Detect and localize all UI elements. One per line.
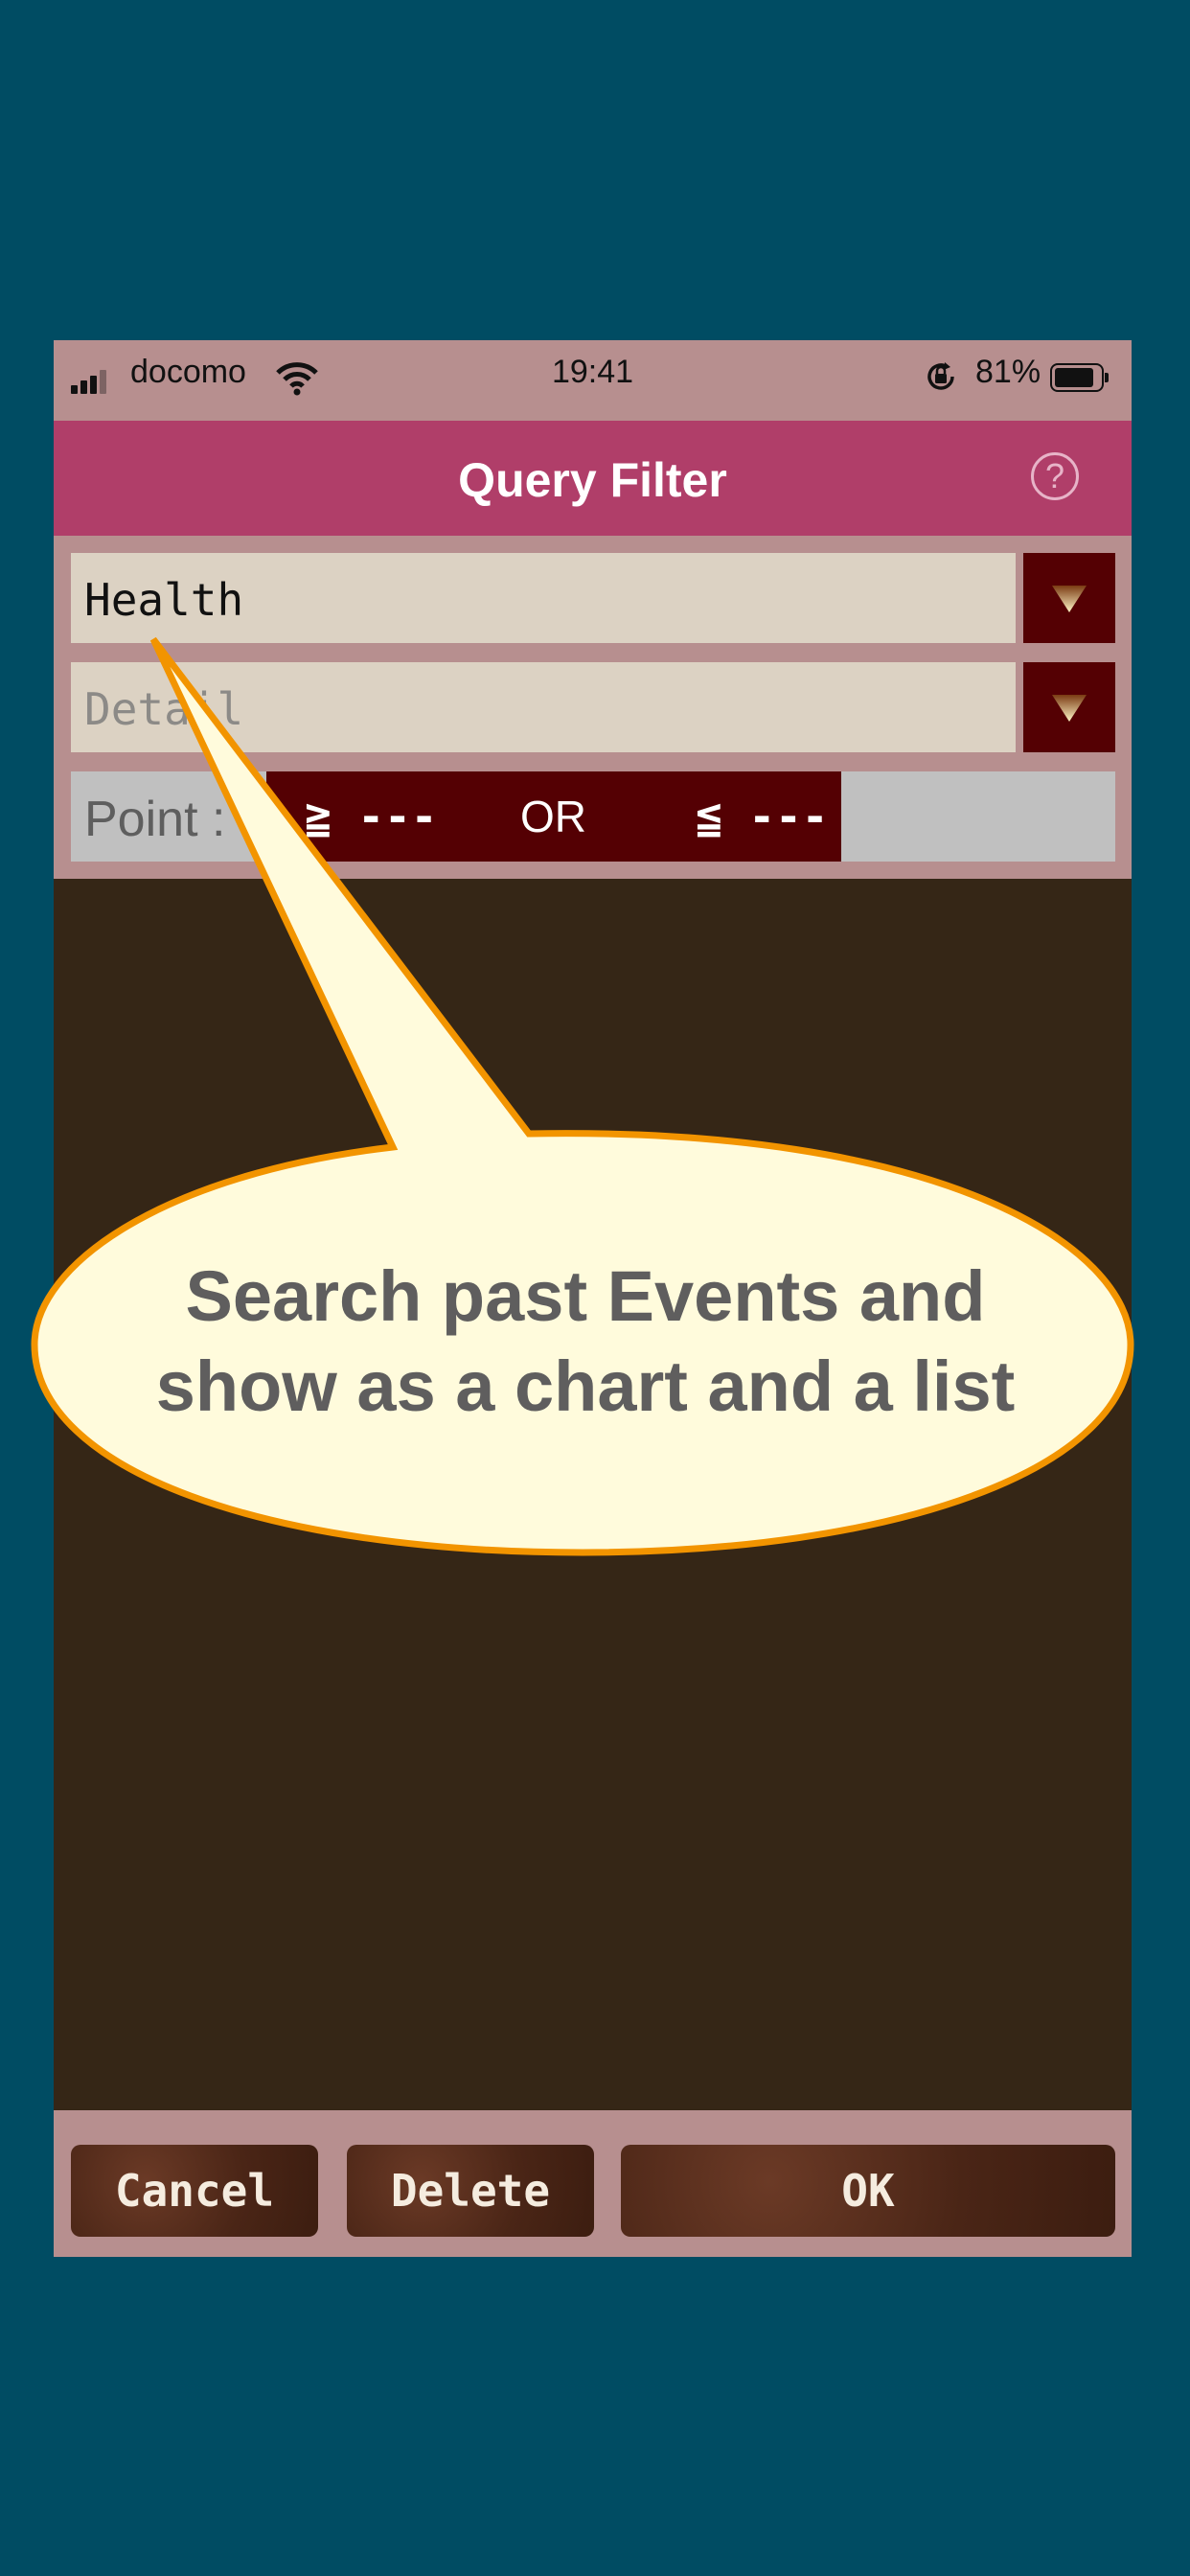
- callout-line-1: Search past Events and: [185, 1256, 986, 1336]
- callout-text: Search past Events and show as a chart a…: [92, 1252, 1079, 1432]
- callout-line-2: show as a chart and a list: [155, 1346, 1016, 1426]
